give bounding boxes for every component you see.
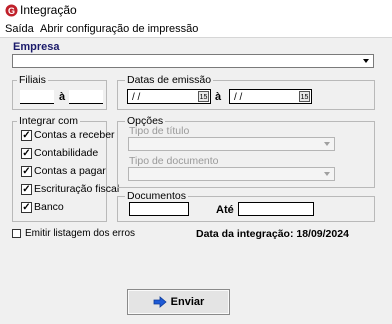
filiais-separator: à xyxy=(59,91,66,103)
app-g-icon: G xyxy=(5,4,18,17)
emitir-listagem-label: Emitir listagem dos erros xyxy=(25,228,136,239)
arrow-right-icon xyxy=(153,296,167,308)
checkbox-escrituracao-fiscal[interactable]: ✓ xyxy=(21,184,32,195)
checkbox-contas-receber[interactable]: ✓ xyxy=(21,130,32,141)
filial-to-input[interactable] xyxy=(69,90,103,104)
window-title: Integração xyxy=(20,3,77,17)
calendar-icon[interactable]: 15 xyxy=(299,91,310,102)
checkbox-label: Contas a receber xyxy=(34,129,115,141)
tipo-titulo-dropdown-button[interactable] xyxy=(320,138,334,150)
tipo-titulo-combo[interactable] xyxy=(128,137,335,151)
checkbox-contas-pagar[interactable]: ✓ xyxy=(21,166,32,177)
data-from-value: / / xyxy=(132,92,141,103)
enviar-label: Enviar xyxy=(170,296,205,308)
checkbox-label: Contabilidade xyxy=(34,147,99,159)
checkbox-emitir-listagem[interactable] xyxy=(12,229,21,238)
chevron-down-icon xyxy=(324,142,330,146)
data-to-input[interactable]: / / 15 xyxy=(229,89,312,104)
empresa-combo[interactable] xyxy=(12,54,374,68)
documentos-label: Documentos xyxy=(125,190,188,202)
datas-label: Datas de emissão xyxy=(125,74,214,86)
calendar-icon[interactable]: 15 xyxy=(198,91,209,102)
menu-abrir-configuracao[interactable]: Abrir configuração de impressão xyxy=(40,23,198,35)
checkbox-label: Contas a pagar xyxy=(34,165,106,177)
chevron-down-icon xyxy=(363,59,369,63)
tipo-titulo-label: Tipo de título xyxy=(129,125,190,137)
tipo-documento-dropdown-button[interactable] xyxy=(320,168,334,180)
documento-from-input[interactable] xyxy=(129,202,189,216)
checkbox-contabilidade[interactable]: ✓ xyxy=(21,148,32,159)
tipo-documento-label: Tipo de documento xyxy=(129,155,219,167)
checkbox-label: Escrituração fiscal xyxy=(34,183,120,195)
filial-from-input[interactable] xyxy=(20,90,54,104)
data-from-input[interactable]: / / 15 xyxy=(127,89,211,104)
empresa-label: Empresa xyxy=(13,41,60,53)
menu-saida[interactable]: Saída xyxy=(5,23,34,35)
datas-separator: à xyxy=(215,91,222,103)
data-integracao-text: Data da integração: 18/09/2024 xyxy=(196,228,349,240)
documento-to-input[interactable] xyxy=(238,202,314,216)
svg-text:G: G xyxy=(8,6,15,16)
tipo-documento-combo[interactable] xyxy=(128,167,335,181)
checkbox-banco[interactable]: ✓ xyxy=(21,202,32,213)
filiais-label: Filiais xyxy=(17,74,48,86)
integrar-label: Integrar com xyxy=(17,115,80,127)
documentos-ate-label: Até xyxy=(216,204,234,216)
enviar-button[interactable]: Enviar xyxy=(127,289,230,315)
chevron-down-icon xyxy=(324,172,330,176)
checkbox-label: Banco xyxy=(34,201,64,213)
data-to-value: / / xyxy=(234,92,243,103)
empresa-dropdown-button[interactable] xyxy=(359,55,373,67)
